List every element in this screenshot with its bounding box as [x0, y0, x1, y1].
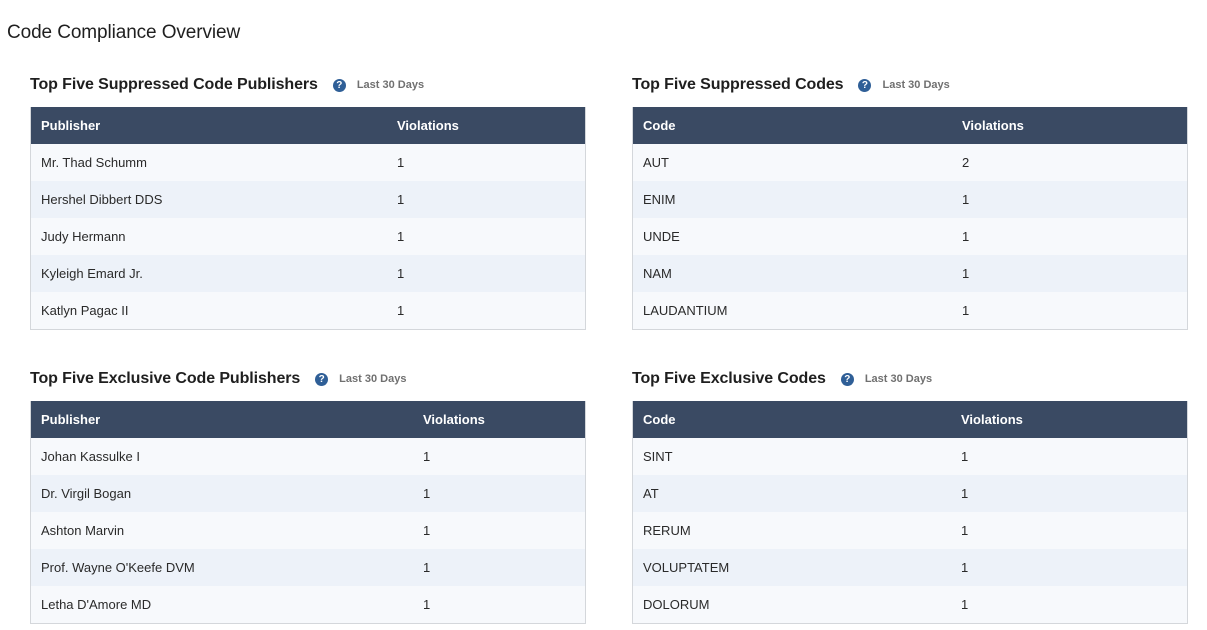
panel-header: Top Five Suppressed Codes ? Last 30 Days — [632, 71, 1188, 99]
table-row: Johan Kassulke I 1 — [31, 438, 585, 475]
table-row: AT 1 — [633, 475, 1187, 512]
period-label: Last 30 Days — [339, 373, 407, 385]
violations-cell: 1 — [423, 486, 431, 501]
panel-title: Top Five Exclusive Code Publishers — [30, 370, 301, 387]
violations-cell: 1 — [423, 523, 431, 538]
violations-cell: 1 — [397, 155, 405, 170]
panel-header: Top Five Exclusive Code Publishers ? Las… — [30, 365, 586, 393]
violations-cell: 1 — [423, 449, 431, 464]
column-header-code[interactable]: Code — [633, 412, 961, 427]
table-row: UNDE 1 — [633, 218, 1187, 255]
help-icon[interactable]: ? — [315, 372, 329, 386]
code-cell: ENIM — [643, 192, 676, 207]
publisher-cell: Mr. Thad Schumm — [41, 155, 147, 170]
period-label: Last 30 Days — [356, 79, 425, 91]
publisher-cell: Kyleigh Emard Jr. — [41, 266, 143, 281]
table-row: Letha D'Amore MD 1 — [31, 586, 585, 623]
publisher-cell: Katlyn Pagac II — [41, 303, 129, 318]
table-row: ENIM 1 — [633, 181, 1187, 218]
violations-cell: 1 — [397, 266, 405, 281]
violations-cell: 1 — [961, 597, 969, 612]
table-row: NAM 1 — [633, 255, 1187, 292]
violations-cell: 1 — [962, 192, 970, 207]
column-header-publisher[interactable]: Publisher — [31, 412, 423, 427]
publisher-cell: Hershel Dibbert DDS — [41, 192, 163, 207]
code-cell: AUT — [643, 155, 669, 170]
column-header-violations[interactable]: Violations — [423, 412, 485, 427]
violations-cell: 1 — [397, 229, 405, 244]
table-row: Prof. Wayne O'Keefe DVM 1 — [31, 549, 585, 586]
code-cell: NAM — [643, 266, 672, 281]
column-header-publisher[interactable]: Publisher — [31, 118, 397, 133]
publisher-cell: Ashton Marvin — [41, 523, 125, 538]
exclusive-publishers-panel: Top Five Exclusive Code Publishers ? Las… — [30, 365, 586, 624]
violations-cell: 1 — [961, 560, 969, 575]
period-label: Last 30 Days — [882, 79, 950, 91]
table-header: Publisher Violations — [31, 401, 585, 438]
violations-cell: 1 — [397, 192, 405, 207]
code-cell: SINT — [643, 449, 673, 464]
violations-cell: 2 — [962, 155, 970, 170]
violations-cell: 1 — [962, 303, 970, 318]
table-header: Code Violations — [633, 401, 1187, 438]
suppressed-publishers-panel: Top Five Suppressed Code Publishers ? La… — [30, 71, 586, 330]
table-row: LAUDANTIUM 1 — [633, 292, 1187, 329]
panel-header: Top Five Suppressed Code Publishers ? La… — [30, 71, 586, 99]
table-row: Mr. Thad Schumm 1 — [31, 144, 585, 181]
column-header-violations[interactable]: Violations — [962, 118, 1024, 133]
violations-cell: 1 — [397, 303, 405, 318]
panel-title: Top Five Suppressed Codes — [632, 76, 844, 93]
code-cell: AT — [643, 486, 659, 501]
panel-title: Top Five Exclusive Codes — [632, 370, 826, 387]
violations-cell: 1 — [962, 266, 970, 281]
help-icon[interactable]: ? — [858, 78, 872, 92]
code-cell: RERUM — [643, 523, 691, 538]
column-header-violations[interactable]: Violations — [961, 412, 1023, 427]
exclusive-codes-table: Code Violations SINT 1 AT 1 RERUM 1 VOLU… — [632, 401, 1188, 624]
publisher-cell: Letha D'Amore MD — [41, 597, 152, 612]
publisher-cell: Dr. Virgil Bogan — [41, 486, 132, 501]
code-cell: VOLUPTATEM — [643, 560, 730, 575]
table-row: DOLORUM 1 — [633, 586, 1187, 623]
code-cell: UNDE — [643, 229, 680, 244]
table-row: Dr. Virgil Bogan 1 — [31, 475, 585, 512]
violations-cell: 1 — [961, 523, 969, 538]
violations-cell: 1 — [961, 486, 969, 501]
publisher-cell: Judy Hermann — [41, 229, 126, 244]
panel-title: Top Five Suppressed Code Publishers — [30, 76, 318, 93]
violations-cell: 1 — [423, 597, 431, 612]
table-row: Judy Hermann 1 — [31, 218, 585, 255]
table-row: SINT 1 — [633, 438, 1187, 475]
column-header-violations[interactable]: Violations — [397, 118, 459, 133]
period-label: Last 30 Days — [864, 373, 933, 385]
help-icon[interactable]: ? — [840, 372, 854, 386]
table-row: Ashton Marvin 1 — [31, 512, 585, 549]
exclusive-codes-panel: Top Five Exclusive Codes ? Last 30 Days … — [632, 365, 1188, 624]
suppressed-codes-panel: Top Five Suppressed Codes ? Last 30 Days… — [632, 71, 1188, 330]
violations-cell: 1 — [962, 229, 970, 244]
panel-header: Top Five Exclusive Codes ? Last 30 Days — [632, 365, 1188, 393]
publisher-cell: Johan Kassulke I — [41, 449, 141, 464]
publisher-cell: Prof. Wayne O'Keefe DVM — [41, 560, 195, 575]
table-header: Publisher Violations — [31, 107, 585, 144]
code-cell: LAUDANTIUM — [643, 303, 728, 318]
table-row: Katlyn Pagac II 1 — [31, 292, 585, 329]
code-cell: DOLORUM — [643, 597, 710, 612]
violations-cell: 1 — [961, 449, 969, 464]
exclusive-publishers-table: Publisher Violations Johan Kassulke I 1 … — [30, 401, 586, 624]
help-icon[interactable]: ? — [332, 78, 346, 92]
page-title: Code Compliance Overview — [7, 22, 241, 43]
table-row: RERUM 1 — [633, 512, 1187, 549]
table-row: AUT 2 — [633, 144, 1187, 181]
violations-cell: 1 — [423, 560, 431, 575]
suppressed-publishers-table: Publisher Violations Mr. Thad Schumm 1 H… — [30, 107, 586, 330]
table-header: Code Violations — [633, 107, 1187, 144]
column-header-code[interactable]: Code — [633, 118, 962, 133]
table-row: Hershel Dibbert DDS 1 — [31, 181, 585, 218]
table-row: Kyleigh Emard Jr. 1 — [31, 255, 585, 292]
table-row: VOLUPTATEM 1 — [633, 549, 1187, 586]
suppressed-codes-table: Code Violations AUT 2 ENIM 1 UNDE 1 NAM … — [632, 107, 1188, 330]
